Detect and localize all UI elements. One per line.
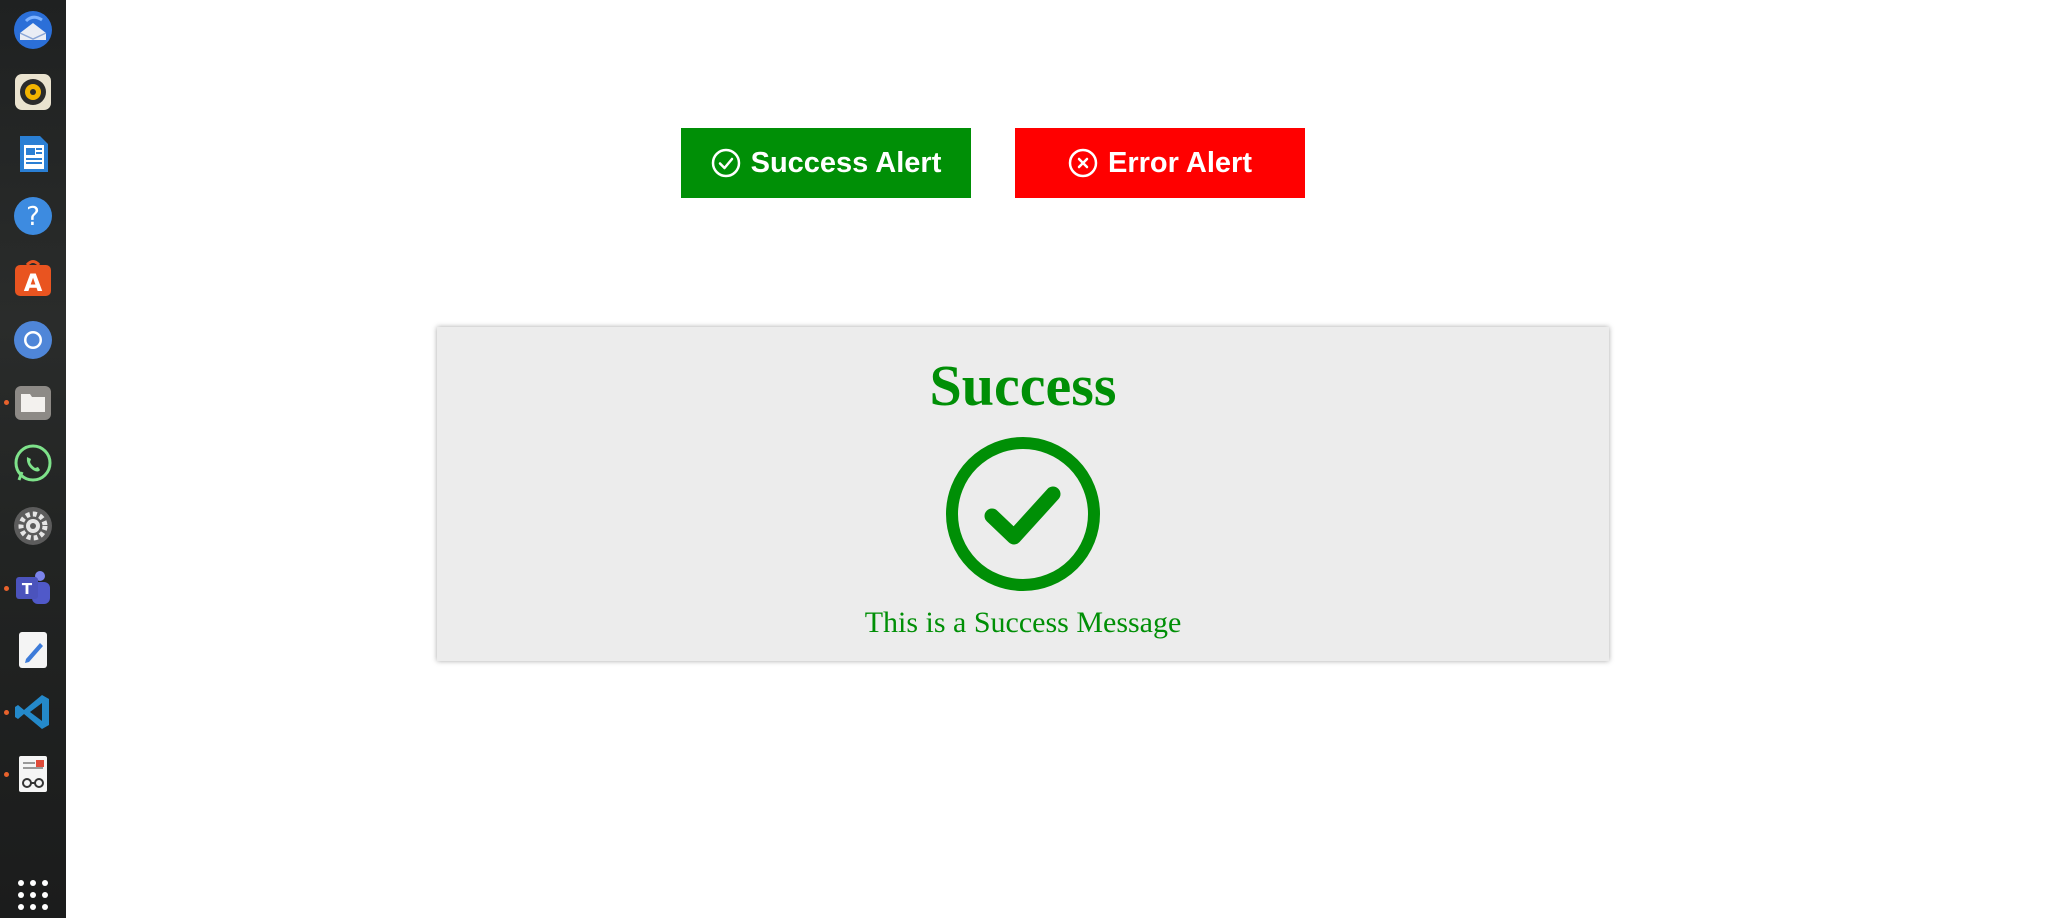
document-viewer-icon[interactable] [12, 753, 54, 795]
thunderbird-icon[interactable] [12, 9, 54, 51]
running-indicator [4, 710, 9, 715]
running-indicator [4, 400, 9, 405]
whatsapp-icon[interactable] [12, 443, 54, 485]
error-alert-button[interactable]: Error Alert [1015, 128, 1305, 198]
running-indicator [4, 586, 9, 591]
svg-text:T: T [22, 580, 33, 598]
rhythmbox-icon[interactable] [12, 71, 54, 113]
chromium-icon[interactable] [12, 319, 54, 361]
svg-text:?: ? [26, 202, 40, 232]
success-alert-label: Success Alert [750, 146, 942, 179]
libreoffice-writer-icon[interactable] [12, 133, 54, 175]
vscode-icon[interactable] [12, 691, 54, 733]
check-circle-icon [946, 437, 1100, 591]
dock: ? A T [0, 0, 66, 918]
alert-panel: Success This is a Success Message [437, 327, 1609, 661]
app-center-icon[interactable]: A [12, 257, 54, 299]
x-circle-icon [1068, 148, 1098, 178]
check-circle-icon [711, 148, 740, 178]
files-icon[interactable] [12, 381, 54, 423]
success-alert-button[interactable]: Success Alert [681, 128, 971, 198]
alert-message: This is a Success Message [864, 606, 1182, 639]
settings-icon[interactable] [12, 505, 54, 547]
alert-title: Success [929, 353, 1117, 418]
svg-text:A: A [24, 269, 43, 297]
running-indicator [4, 772, 9, 777]
text-editor-icon[interactable] [12, 629, 54, 671]
help-icon[interactable]: ? [12, 195, 54, 237]
teams-icon[interactable]: T [12, 567, 54, 609]
error-alert-label: Error Alert [1108, 146, 1252, 179]
show-applications-icon[interactable] [18, 880, 48, 910]
